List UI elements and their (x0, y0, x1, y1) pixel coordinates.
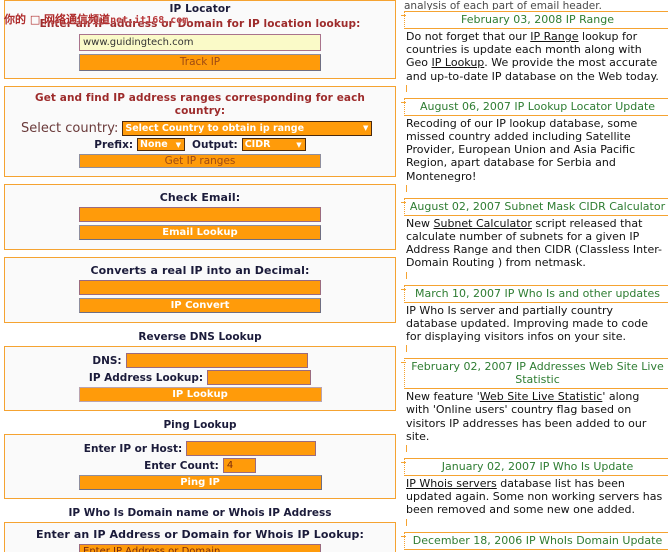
news-item: August 02, 2007 Subnet Mask CIDR Calcula… (401, 197, 668, 279)
ping-count-row: Enter Count: (11, 458, 389, 473)
prefix-label: Prefix: (94, 138, 134, 151)
ip-ranges-prompt: Get and find IP address ranges correspon… (34, 92, 366, 117)
dns-row: DNS: (11, 353, 389, 368)
dns-label: DNS: (92, 354, 122, 367)
dns-input[interactable] (125, 353, 308, 368)
chevron-down-icon: ▼ (175, 141, 182, 149)
news-link[interactable]: Subnet Calculator (434, 217, 532, 230)
output-select-value: CIDR (244, 139, 271, 150)
ip-address-lookup-row: IP Address Lookup: (11, 370, 389, 385)
country-row: Select country: Select Country to obtain… (11, 121, 389, 136)
reverse-dns-box: DNS: IP Address Lookup: IP Lookup (4, 346, 396, 411)
news-item-date-title: February 03, 2008 IP Range (401, 11, 668, 29)
check-email-title: Check Email: (159, 191, 241, 204)
whois-heading: IP Who Is Domain name or Whois IP Addres… (68, 507, 332, 519)
news-item-body: Recoding of our IP lookup database, some… (406, 116, 638, 183)
news-link[interactable]: IP Lookup (432, 56, 485, 69)
country-label: Select country: (21, 121, 119, 136)
ip-address-lookup-label: IP Address Lookup: (88, 371, 204, 384)
whois-prompt: Enter an IP Address or Domain for Whois … (35, 528, 365, 541)
country-select-value: Select Country to obtain ip range (125, 123, 305, 134)
news-item-body: New Subnet Calculator script released th… (406, 216, 663, 270)
ip-ranges-box: Get and find IP address ranges correspon… (4, 86, 396, 177)
ping-count-input[interactable] (222, 458, 256, 473)
watermark-overlay: 你的 □ 网络通信频道net.it168.com (4, 11, 188, 27)
ping-box: Enter IP or Host: Enter Count: Ping IP (4, 434, 396, 499)
news-item: August 06, 2007 IP Lookup Locator Update… (401, 97, 668, 192)
track-ip-button[interactable]: Track IP (79, 54, 321, 71)
ip-locator-input[interactable] (79, 34, 321, 51)
chevron-down-icon: ▼ (363, 124, 369, 132)
news-link[interactable]: IP Whois servers (406, 477, 497, 490)
ip-convert-title: Converts a real IP into an Decimal: (90, 264, 310, 277)
ip-convert-button[interactable]: IP Convert (79, 298, 321, 313)
news-item-date-title: February 02, 2007 IP Addresses Web Site … (401, 358, 668, 390)
check-email-box: Check Email: Email Lookup (4, 184, 396, 250)
news-item: March 10, 2007 IP Who Is and other updat… (401, 284, 668, 353)
news-item: December 18, 2006 IP WhoIs Domain Update… (401, 531, 668, 552)
news-separator (406, 445, 668, 453)
news-item: January 02, 2007 IP Who Is Update IP Whoi… (401, 458, 668, 526)
prefix-select-value: None (140, 139, 168, 150)
news-link[interactable]: IP Range (530, 30, 578, 43)
whois-box: Enter an IP Address or Domain for Whois … (4, 522, 396, 552)
ip-lookup-button[interactable]: IP Lookup (78, 387, 322, 402)
get-ip-ranges-button[interactable]: Get IP ranges (79, 154, 321, 168)
ping-ip-button[interactable]: Ping IP (78, 475, 322, 490)
news-separator (406, 518, 668, 526)
watermark-latin: net.it168.com (110, 15, 189, 26)
ping-host-label: Enter IP or Host: (83, 442, 183, 455)
tools-column: 你的 □ 网络通信频道net.it168.com IP Locator Ente… (0, 0, 400, 552)
email-lookup-button[interactable]: Email Lookup (79, 225, 321, 240)
news-item-date-title: January 02, 2007 IP Who Is Update (401, 458, 668, 477)
news-separator (406, 84, 668, 92)
news-item-body: IP Who Is server and partially country d… (406, 303, 648, 344)
output-label: Output: (192, 138, 238, 151)
news-item-body: IP Whois servers database list has been … (406, 477, 663, 517)
news-item-body: New feature 'Web Site Live Statistic' al… (406, 390, 647, 443)
news-item-date-title: March 10, 2007 IP Who Is and other updat… (401, 284, 668, 303)
clipped-top-text: analysis of each part of email header. (404, 0, 602, 10)
news-separator (406, 345, 668, 353)
prefix-output-row: Prefix: None ▼ Output: CIDR ▼ (11, 138, 389, 151)
news-separator (406, 184, 668, 192)
watermark-cjk: 你的 □ 网络通信频道 (4, 13, 111, 26)
news-item: February 02, 2007 IP Addresses Web Site … (401, 358, 668, 453)
page-root: 你的 □ 网络通信频道net.it168.com IP Locator Ente… (0, 0, 670, 552)
news-item-date-title: December 18, 2006 IP WhoIs Domain Update (401, 531, 668, 550)
prefix-select[interactable]: None ▼ (137, 138, 186, 151)
chevron-down-icon: ▼ (296, 141, 302, 149)
reverse-dns-heading: Reverse DNS Lookup (138, 331, 262, 343)
check-email-input[interactable] (79, 207, 321, 222)
news-separator (406, 271, 668, 279)
news-list: February 03, 2008 IP Range Do not forget … (401, 11, 668, 552)
news-column: analysis of each part of email header. F… (400, 0, 670, 552)
ping-count-label: Enter Count: (144, 459, 219, 472)
news-link[interactable]: Web Site Live Statistic (480, 390, 603, 403)
output-select[interactable]: CIDR ▼ (241, 138, 306, 151)
ping-host-row: Enter IP or Host: (11, 441, 389, 456)
country-select[interactable]: Select Country to obtain ip range ▼ (122, 121, 373, 136)
ip-address-lookup-input[interactable] (207, 370, 312, 385)
news-item: February 03, 2008 IP Range Do not forget … (401, 11, 668, 92)
ip-convert-box: Converts a real IP into an Decimal: IP C… (4, 257, 396, 323)
whois-input[interactable] (79, 544, 321, 552)
ping-heading: Ping Lookup (163, 419, 237, 431)
news-item-date-title: August 02, 2007 Subnet Mask CIDR Calcula… (401, 197, 668, 216)
ip-convert-input[interactable] (79, 280, 321, 295)
news-item-body: Do not forget that our IP Range lookup f… (406, 30, 659, 83)
news-item-date-title: August 06, 2007 IP Lookup Locator Update (401, 97, 668, 116)
ping-host-input[interactable] (186, 441, 317, 456)
